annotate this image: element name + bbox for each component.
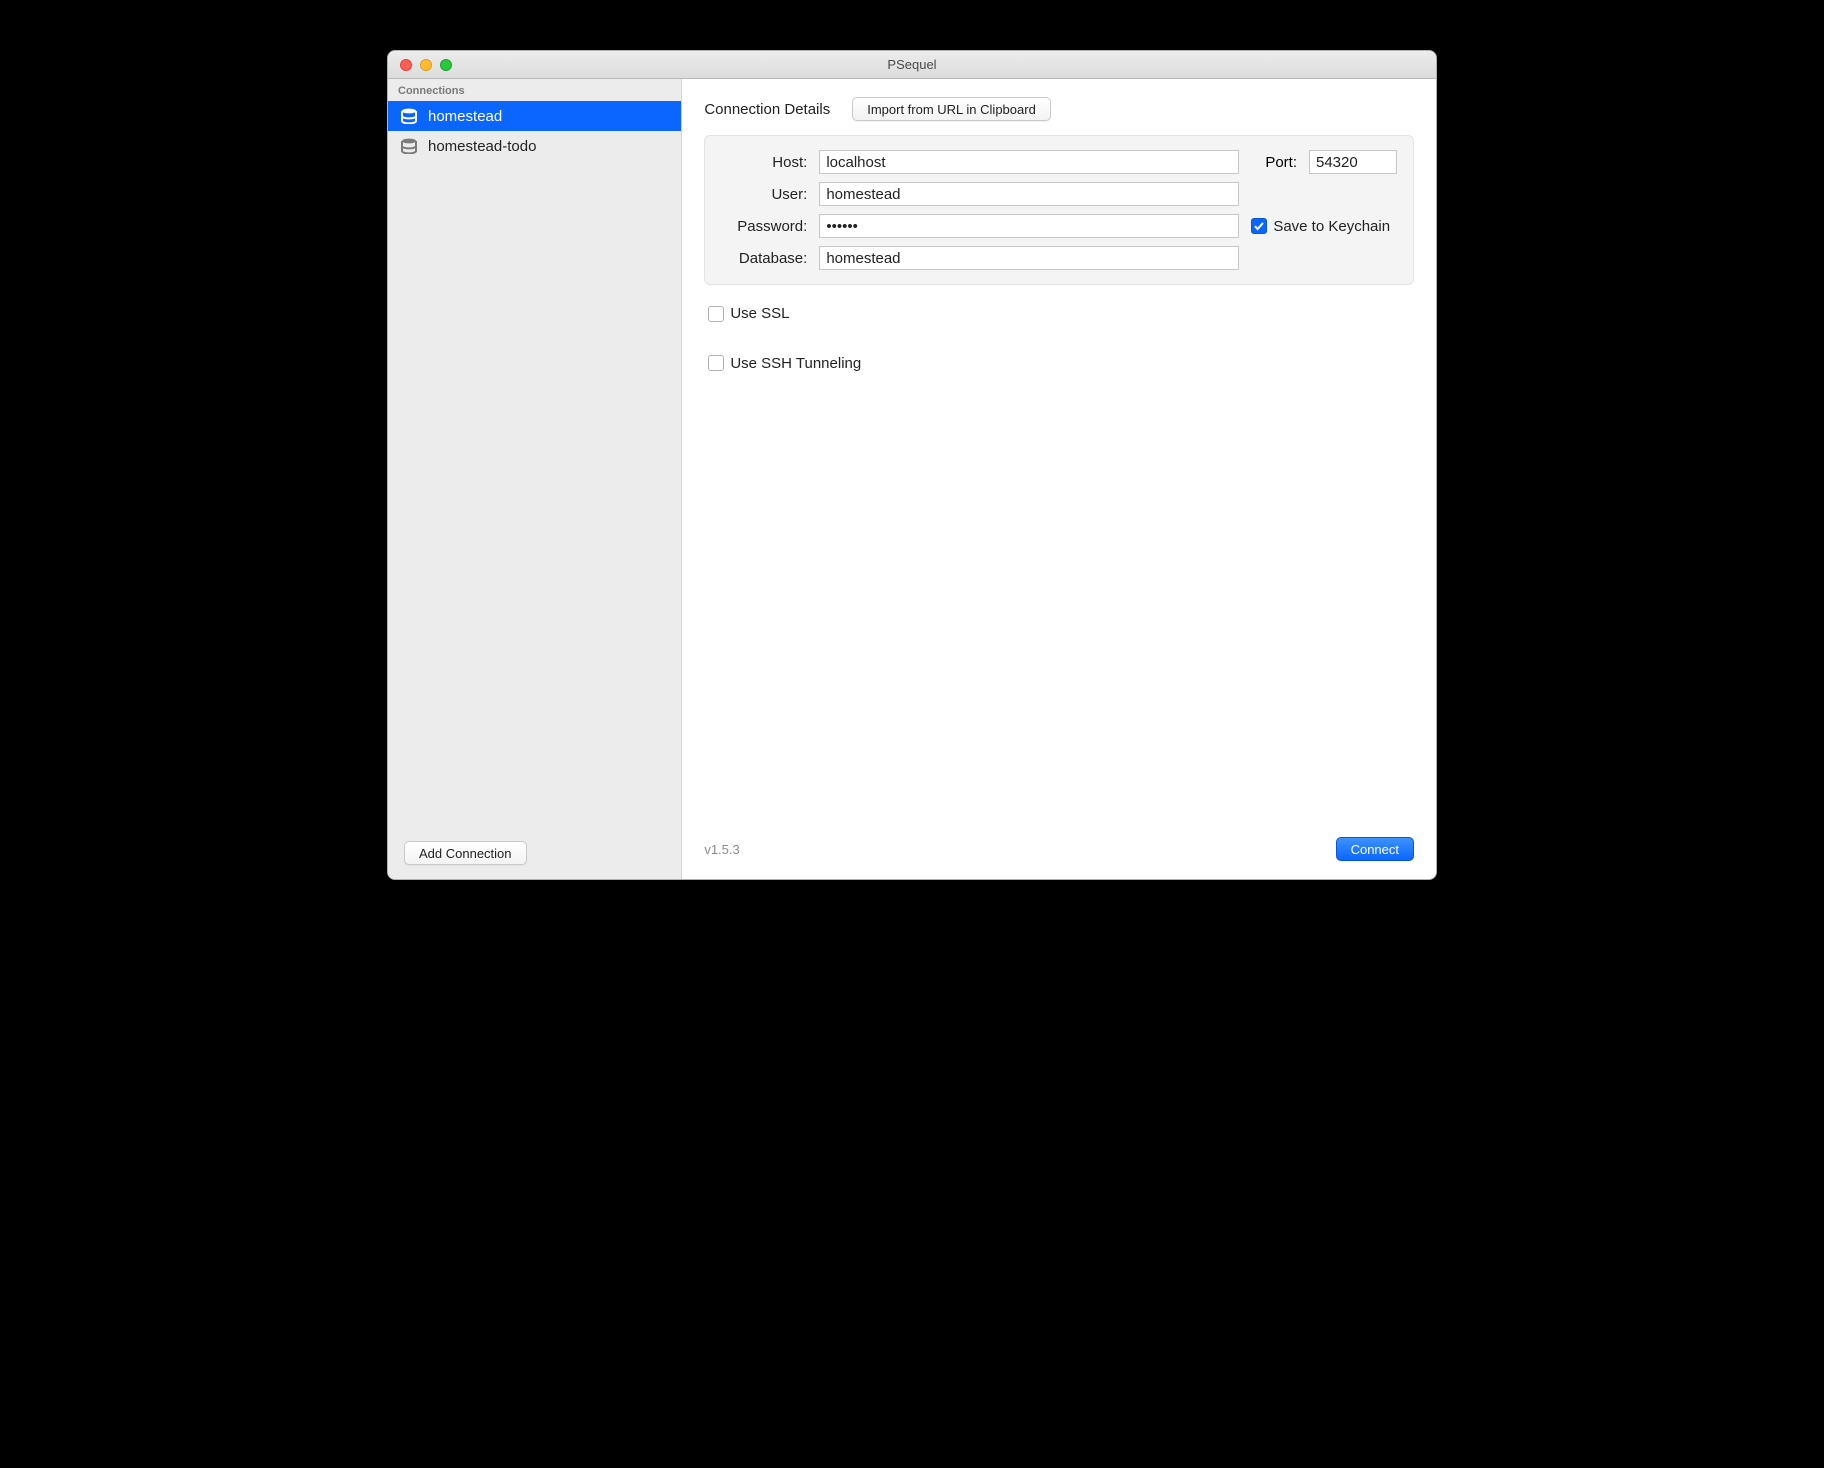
port-input[interactable] bbox=[1309, 150, 1397, 174]
version-label: v1.5.3 bbox=[704, 842, 739, 857]
checkbox-box bbox=[708, 306, 724, 322]
use-ssl-label: Use SSL bbox=[730, 305, 789, 322]
database-input[interactable] bbox=[819, 246, 1239, 270]
sidebar-item-homestead-todo[interactable]: homestead-todo bbox=[388, 131, 681, 161]
password-label: Password: bbox=[721, 218, 807, 235]
sidebar-item-homestead[interactable]: homestead bbox=[388, 101, 681, 131]
database-label: Database: bbox=[721, 250, 807, 267]
main-panel: Connection Details Import from URL in Cl… bbox=[682, 79, 1436, 879]
titlebar: PSequel bbox=[388, 51, 1436, 79]
save-keychain-label: Save to Keychain bbox=[1273, 218, 1390, 235]
use-ssl-checkbox[interactable]: Use SSL bbox=[708, 305, 789, 322]
password-input[interactable] bbox=[819, 214, 1239, 238]
import-from-url-button[interactable]: Import from URL in Clipboard bbox=[852, 97, 1051, 121]
app-window: PSequel Connections homestead bbox=[387, 50, 1437, 880]
user-input[interactable] bbox=[819, 182, 1239, 206]
connection-form: Host: Port: User: Password: bbox=[704, 135, 1414, 285]
user-label: User: bbox=[721, 186, 807, 203]
port-label: Port: bbox=[1265, 154, 1297, 171]
window-title: PSequel bbox=[388, 57, 1436, 72]
sidebar-item-label: homestead-todo bbox=[428, 138, 536, 155]
sidebar: Connections homestead bbox=[388, 79, 682, 879]
add-connection-button[interactable]: Add Connection bbox=[404, 841, 527, 865]
sidebar-header: Connections bbox=[388, 79, 681, 101]
connections-list: homestead homestead-todo bbox=[388, 101, 681, 831]
host-label: Host: bbox=[721, 154, 807, 171]
checkmark-icon bbox=[1251, 218, 1267, 234]
use-ssh-checkbox[interactable]: Use SSH Tunneling bbox=[708, 355, 861, 372]
sidebar-item-label: homestead bbox=[428, 108, 502, 125]
save-keychain-checkbox[interactable]: Save to Keychain bbox=[1251, 218, 1390, 235]
section-title: Connection Details bbox=[704, 101, 830, 118]
checkbox-box bbox=[708, 355, 724, 371]
host-input[interactable] bbox=[819, 150, 1239, 174]
database-icon bbox=[400, 138, 418, 154]
use-ssh-label: Use SSH Tunneling bbox=[730, 355, 861, 372]
connect-button[interactable]: Connect bbox=[1336, 837, 1414, 861]
database-icon bbox=[400, 108, 418, 124]
